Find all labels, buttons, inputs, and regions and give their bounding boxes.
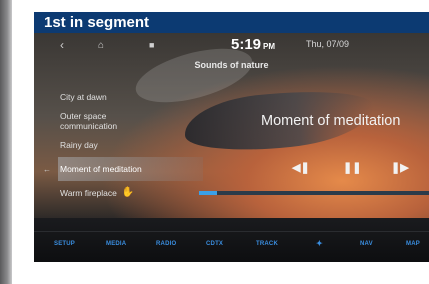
dock-setup-button[interactable]: SETUP [54,241,75,247]
playlist-item-label: Outer space communication [60,111,118,131]
bottom-dock: SETUP MEDIA RADIO CDTX TRACK ✦ NAV MAP [34,218,429,262]
infotainment-frame: 1st in segment ‹ ⌂ ■ 5:19 PM Thu, 07/09 S… [34,12,429,262]
playlist-item-label: City at dawn [60,92,107,102]
menu-icon[interactable]: ■ [149,40,154,50]
skip-previous-icon[interactable]: ◀❚ [292,161,310,174]
now-playing-title: Moment of meditation [261,113,401,129]
playlist-item-rainy-day[interactable]: Rainy day [58,133,203,157]
progress-bar[interactable] [199,191,429,195]
star-icon[interactable]: ✦ [316,239,323,248]
clock-ampm: PM [263,42,276,51]
dock-radio-button[interactable]: RADIO [156,241,176,247]
pause-icon[interactable]: ❚❚ [343,161,361,174]
skip-next-icon[interactable]: ❚▶ [391,161,409,174]
back-icon[interactable]: ‹ [60,38,64,52]
left-edge-strip [0,0,12,284]
cursor-hand-icon: ✋ [121,187,135,198]
playlist-item-label: Warm fireplace [60,188,117,198]
dock-divider [34,231,429,232]
clock-time: 5:19 [231,36,262,53]
status-bar: ‹ ⌂ ■ 5:19 PM Thu, 07/09 [34,33,429,59]
playlist: City at dawn Outer space communication R… [43,85,203,205]
dock-media-button[interactable]: MEDIA [106,241,126,247]
dock-nav-button[interactable]: NAV [360,241,373,247]
playlist-item-outer-space[interactable]: Outer space communication [58,109,203,133]
progress-fill [199,191,218,195]
dock-cdtx-button[interactable]: CDTX [206,241,223,247]
dock-track-button[interactable]: TRACK [256,241,278,247]
playlist-item-warm-fireplace[interactable]: Warm fireplace ✋ [58,181,203,205]
playlist-item-label: Rainy day [60,140,98,150]
media-screen: ‹ ⌂ ■ 5:19 PM Thu, 07/09 Sounds of nature… [34,33,429,218]
banner-title: 1st in segment [34,12,429,33]
home-icon[interactable]: ⌂ [98,40,104,51]
clock: 5:19 PM [231,36,275,53]
dock-map-button[interactable]: MAP [406,241,420,247]
date-label: Thu, 07/09 [306,39,350,49]
playback-controls: ◀❚ ❚❚ ❚▶ [34,161,429,181]
playlist-item-city-at-dawn[interactable]: City at dawn [58,85,203,109]
category-title: Sounds of nature [194,60,269,70]
